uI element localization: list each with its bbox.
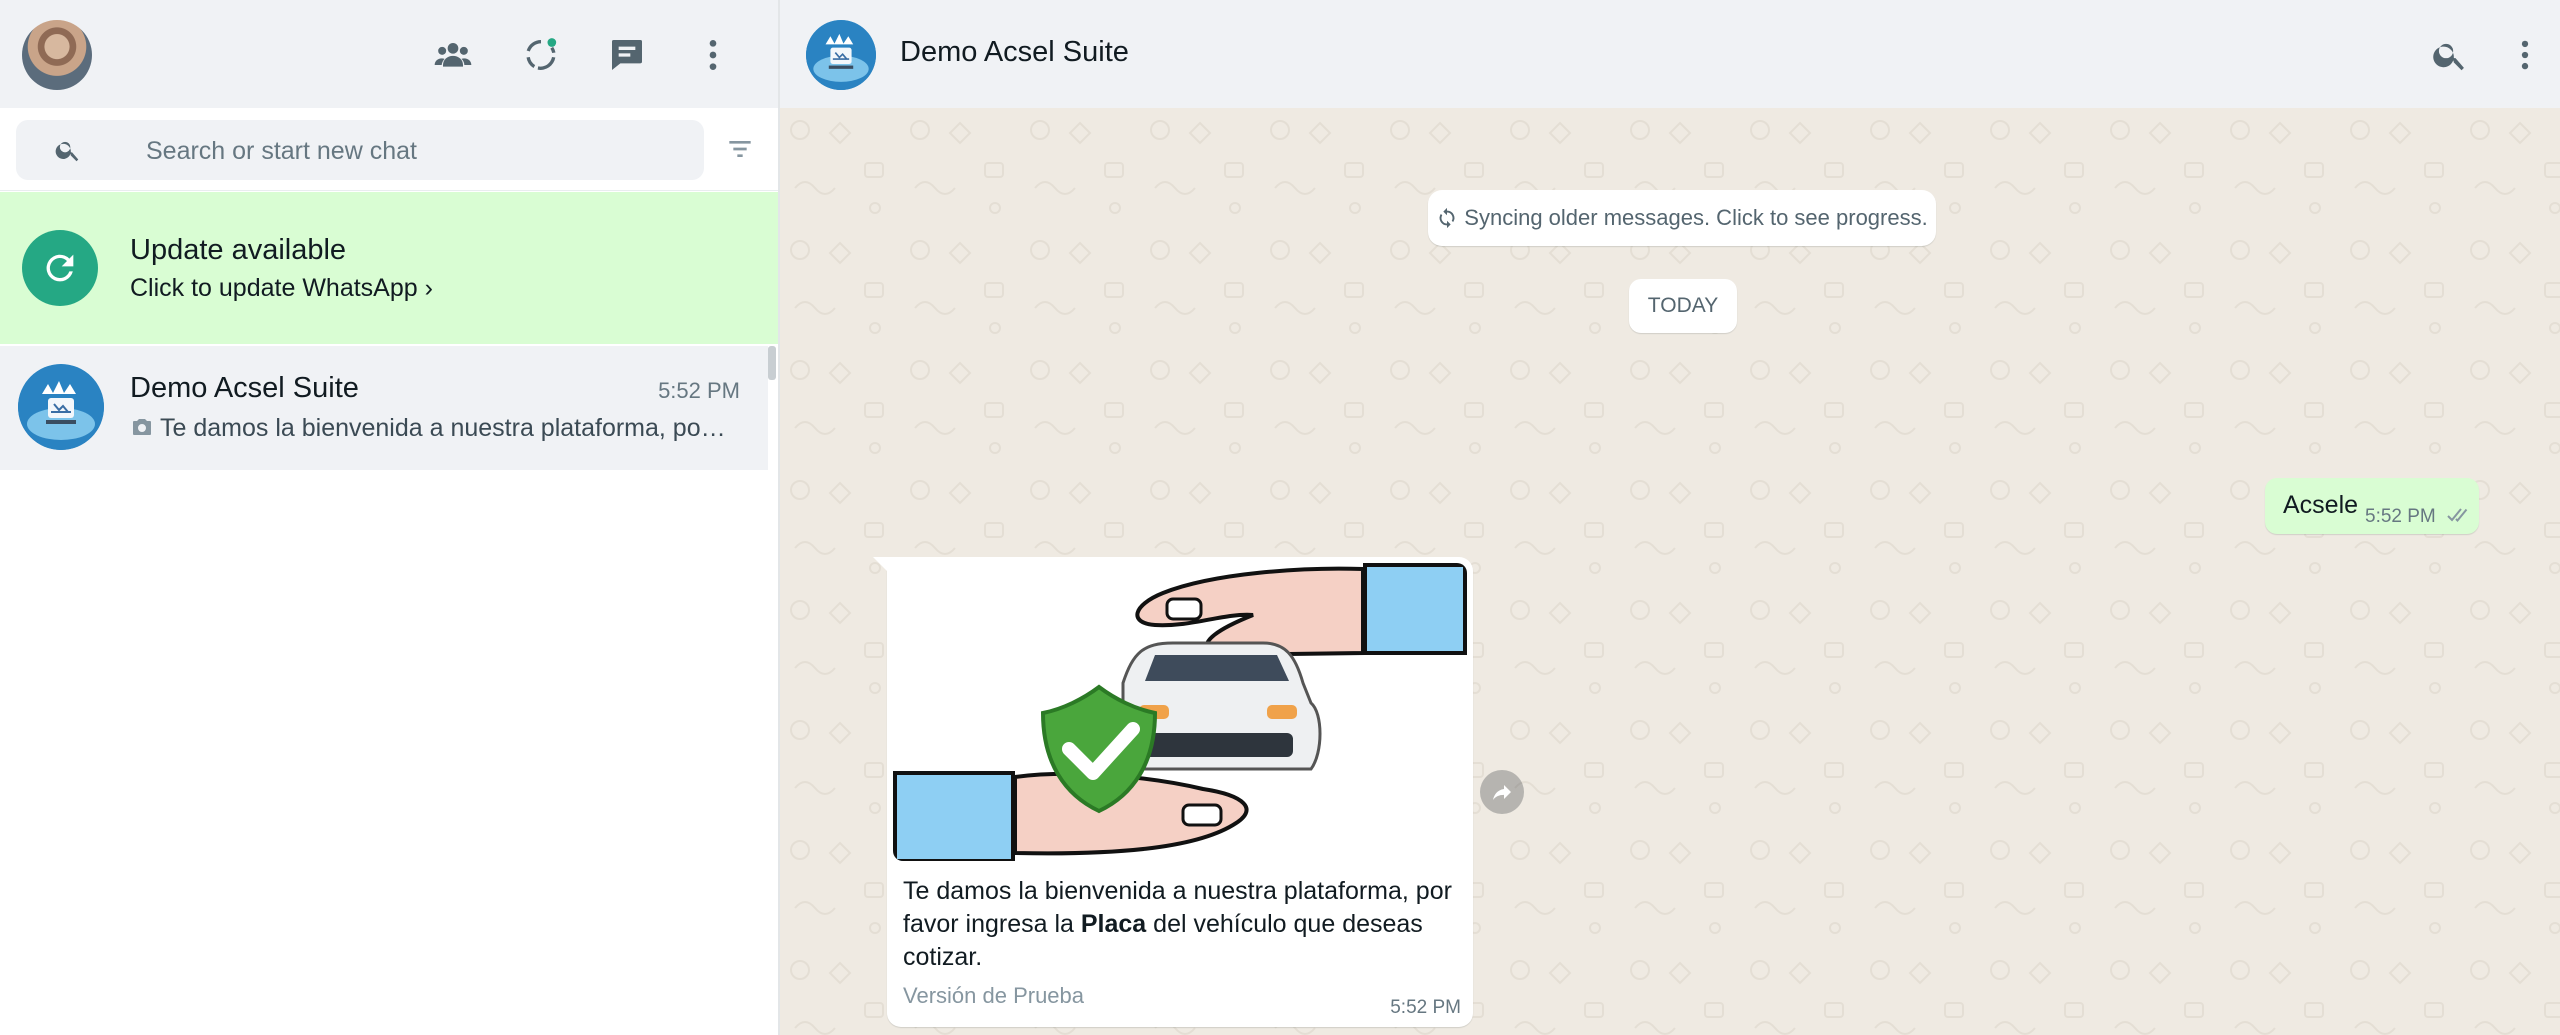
search-input[interactable] [144, 120, 688, 182]
acsel-logo-icon [806, 20, 876, 90]
search-box[interactable] [16, 120, 704, 182]
forward-icon [1493, 785, 1511, 800]
forward-message-button[interactable] [1480, 770, 1524, 814]
incoming-image-message[interactable]: Te damos la bienvenida a nuestra platafo… [873, 557, 1473, 1027]
chat-list-pane: Update available Click to update WhatsAp… [0, 0, 780, 1035]
search-icon [55, 141, 79, 162]
outgoing-message[interactable]: Acsele 5:52 PM [2265, 478, 2479, 534]
conversation-menu-button[interactable] [2505, 30, 2545, 80]
new-chat-button[interactable] [602, 30, 652, 80]
conversation-pane: Demo Acsel Suite Syncing older messages.… [780, 0, 2560, 1035]
sync-icon [1439, 207, 1455, 229]
status-button[interactable] [516, 30, 566, 80]
message-footer: Versión de Prueba [903, 983, 1085, 1008]
menu-icon [2521, 40, 2529, 70]
sync-notice-text: Syncing older messages. Click to see pro… [1464, 205, 1928, 230]
camera-icon [130, 415, 154, 446]
message-time: 5:52 PM [1390, 997, 1461, 1018]
conversation-header: Demo Acsel Suite [780, 0, 2560, 108]
car-insurance-illustration [893, 563, 1467, 861]
update-icon-badge [22, 230, 98, 306]
search-messages-button[interactable] [2425, 30, 2475, 80]
message-caption: Te damos la bienvenida a nuestra platafo… [903, 877, 1452, 971]
message-text: Acsele [2283, 491, 2359, 519]
update-title: Update available [130, 234, 347, 266]
contact-avatar [18, 364, 104, 450]
new-chat-icon [612, 40, 642, 70]
status-icon [526, 38, 557, 70]
profile-avatar[interactable] [22, 20, 92, 90]
communities-button[interactable] [428, 30, 478, 80]
search-icon [2433, 43, 2464, 71]
sidebar-header [0, 0, 778, 108]
chat-time: 5:52 PM [658, 378, 740, 403]
unread-filter-button[interactable] [720, 132, 760, 166]
double-check-icon [2446, 505, 2472, 530]
menu-icon [709, 40, 717, 70]
caption-bold-text: Placa [1080, 910, 1147, 938]
sidebar-menu-button[interactable] [688, 30, 738, 80]
chat-list-scrollbar[interactable] [768, 346, 776, 380]
header-contact-avatar[interactable] [806, 20, 876, 90]
chat-preview-text: Te damos la bienvenida a nuestra platafo… [160, 414, 730, 442]
chat-name: Demo Acsel Suite [130, 372, 359, 404]
date-divider: TODAY [1629, 279, 1737, 333]
update-subtitle: Click to update WhatsApp › [130, 274, 433, 302]
chat-list-item[interactable]: Demo Acsel Suite 5:52 PM Te damos la bie… [0, 346, 768, 470]
conversation-title[interactable]: Demo Acsel Suite [900, 36, 1129, 69]
refresh-icon [46, 254, 74, 282]
message-time: 5:52 PM [2365, 506, 2436, 527]
message-image[interactable] [893, 563, 1467, 861]
filter-icon [729, 141, 751, 157]
acsel-logo-icon [18, 364, 104, 450]
bubble-tail [873, 557, 889, 573]
search-bar [0, 108, 778, 191]
communities-icon [434, 43, 472, 67]
update-available-banner[interactable]: Update available Click to update WhatsAp… [0, 192, 778, 344]
sync-notice[interactable]: Syncing older messages. Click to see pro… [1428, 190, 1936, 246]
chat-preview: Te damos la bienvenida a nuestra platafo… [130, 414, 730, 446]
